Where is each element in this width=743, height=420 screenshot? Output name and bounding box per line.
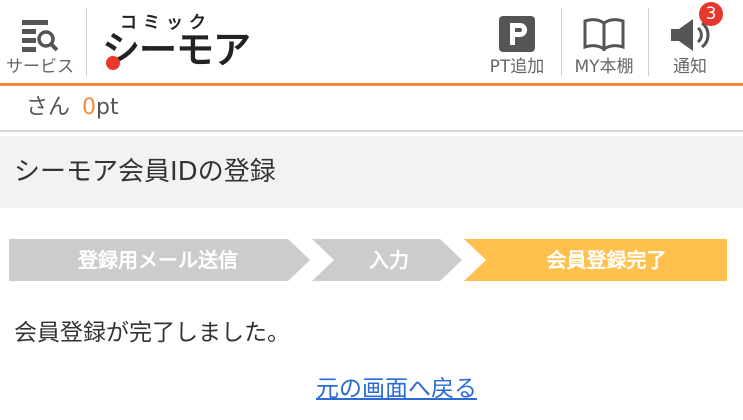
completion-message: 会員登録が完了しました。 — [14, 320, 290, 346]
back-link-row: 元の画面へ戻る — [0, 372, 743, 406]
notifications-label: 通知 — [673, 57, 707, 77]
add-points-label: PT追加 — [489, 57, 545, 77]
back-to-previous-link[interactable]: 元の画面へ戻る — [316, 376, 477, 402]
logo-main-text: シーモア — [102, 28, 251, 72]
page-title-band: シーモア会員IDの登録 — [0, 136, 743, 208]
notifications-button[interactable]: 通知 3 — [655, 0, 725, 83]
page-title: シーモア会員IDの登録 — [14, 157, 276, 187]
cmoa-logo[interactable]: コミック シーモア — [102, 6, 252, 76]
user-suffix: さん — [26, 95, 71, 120]
page: サービス コミック シーモア PT追加 MY本棚 通知 3 さん 0pt シーモ… — [0, 0, 743, 420]
add-points-button[interactable]: PT追加 — [478, 0, 556, 83]
points-unit: pt — [96, 95, 119, 120]
my-bookshelf-label: MY本棚 — [574, 57, 634, 77]
my-bookshelf-button[interactable]: MY本棚 — [563, 0, 645, 83]
points-p-icon — [499, 16, 535, 52]
book-icon — [583, 18, 625, 51]
step-2-label: 入力 — [369, 248, 409, 272]
divider — [86, 8, 87, 76]
notification-count-badge: 3 — [699, 2, 723, 26]
step-3-label: 会員登録完了 — [546, 248, 667, 272]
divider — [648, 8, 649, 76]
points-value: 0 — [82, 95, 97, 120]
step-1-label: 登録用メール送信 — [78, 248, 238, 272]
points-bar: さん 0pt — [0, 86, 743, 132]
registration-steps: 登録用メール送信 入力 会員登録完了 — [0, 239, 743, 281]
services-menu-icon — [22, 20, 59, 52]
logo-dot — [106, 56, 120, 70]
services-label: サービス — [6, 57, 74, 77]
divider — [561, 8, 562, 76]
header: サービス コミック シーモア PT追加 MY本棚 通知 3 — [0, 0, 743, 86]
services-menu-button[interactable]: サービス — [0, 0, 80, 83]
